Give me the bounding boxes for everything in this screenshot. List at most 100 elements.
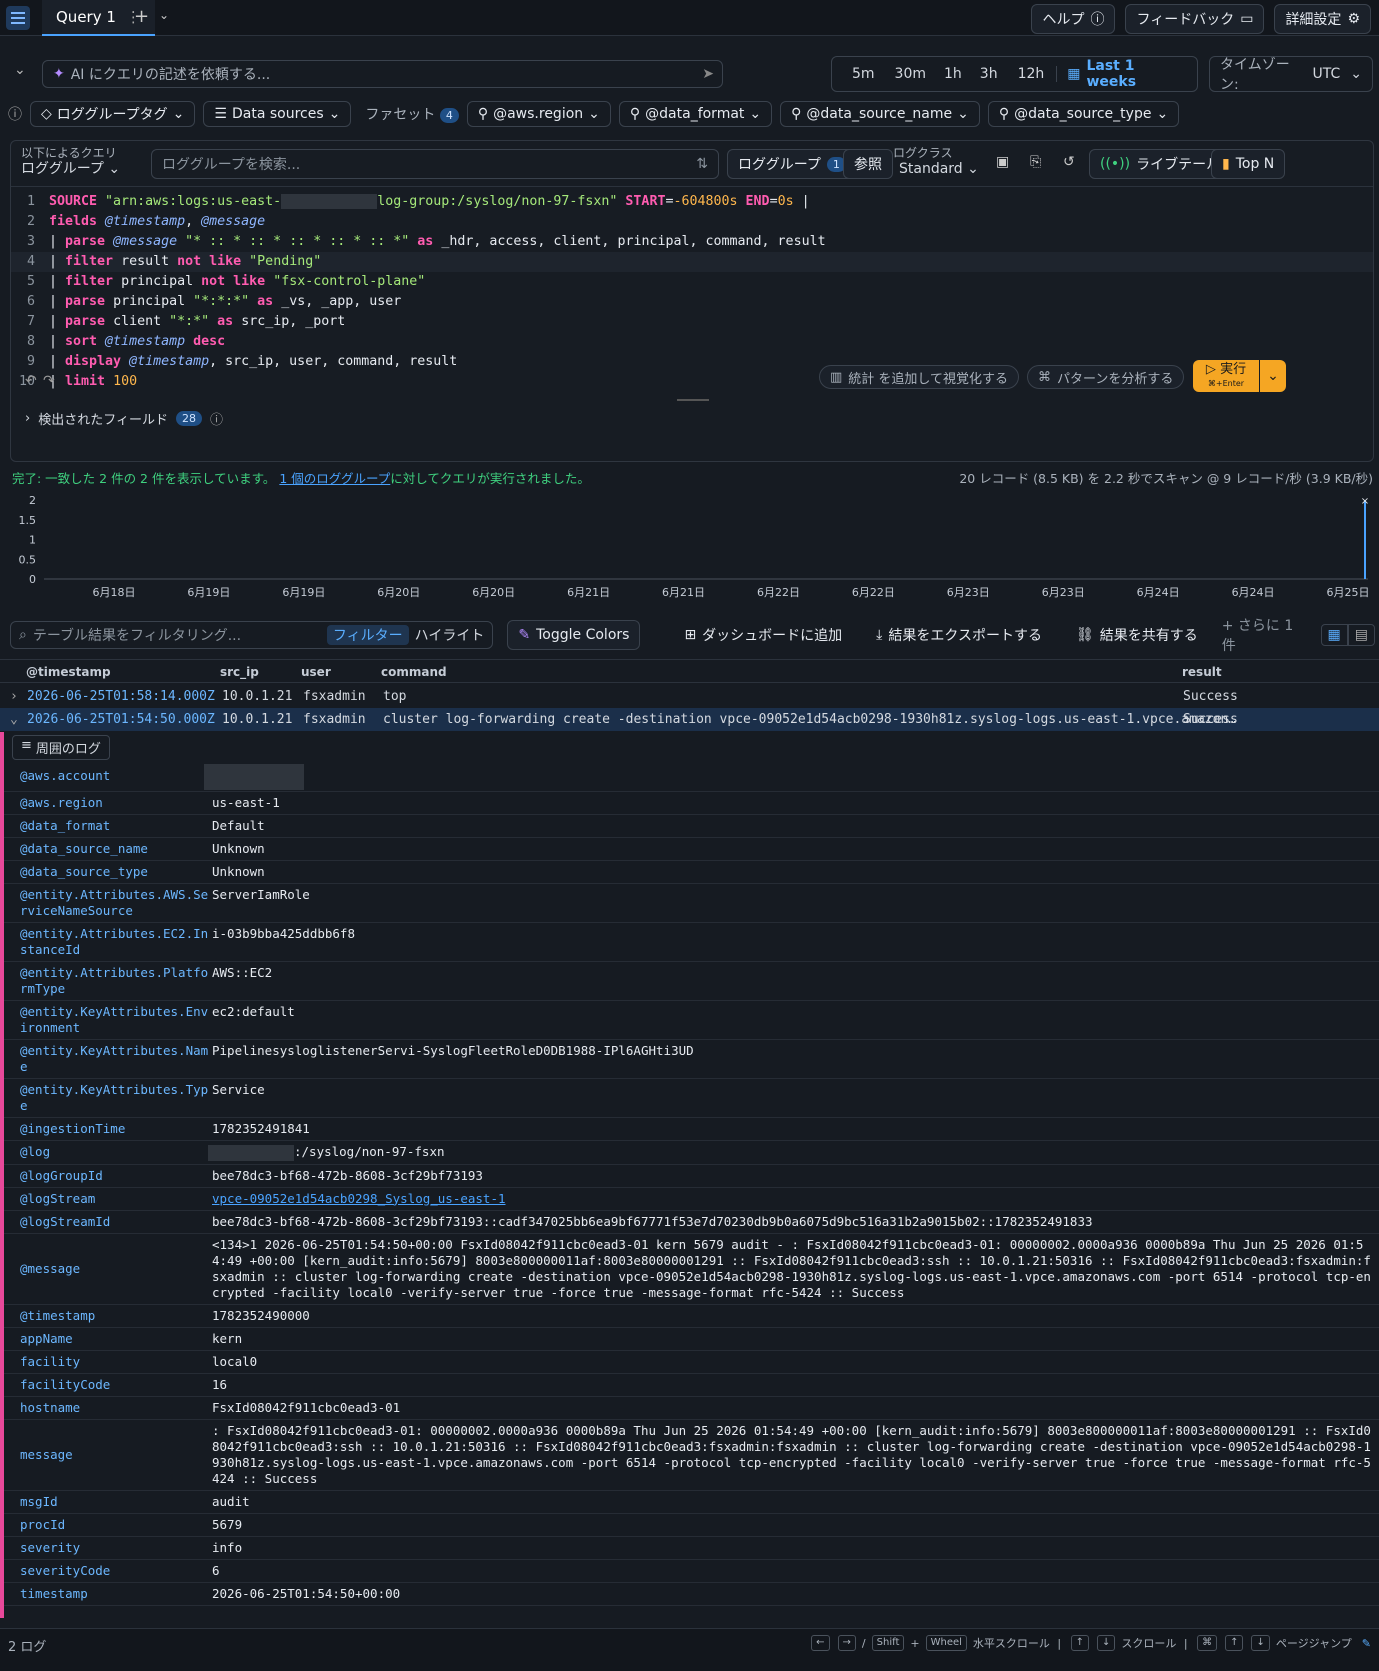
col-command[interactable]: command	[381, 665, 447, 679]
table-view-icon[interactable]: ▦	[1320, 624, 1348, 646]
field-key[interactable]: appName	[4, 1328, 212, 1350]
data-sources-dropdown[interactable]: ☰ Data sources ⌄	[203, 101, 352, 127]
query-line[interactable]: 6 | parse principal "*:*:*" as _vs, _app,…	[11, 292, 1373, 312]
live-tail-button[interactable]: ((•)) ライブテール	[1089, 149, 1232, 179]
raw-view-icon[interactable]: ▤	[1347, 624, 1375, 646]
field-key[interactable]: hostname	[4, 1397, 212, 1419]
resize-handle[interactable]	[677, 399, 709, 401]
field-key[interactable]: @entity.KeyAttributes.Environment	[4, 1001, 212, 1039]
col-timestamp[interactable]: @timestamp	[26, 665, 111, 679]
field-key[interactable]: message	[4, 1420, 212, 1490]
query-line[interactable]: 5 | filter principal not like "fsx-contro…	[11, 272, 1373, 292]
field-key[interactable]: @ingestionTime	[4, 1118, 212, 1140]
field-value[interactable]: vpce-09052e1d54acb0298_Syslog_us-east-1	[212, 1188, 1379, 1210]
top-n-button[interactable]: ▮ Top N	[1211, 149, 1286, 179]
patterns-button[interactable]: ⌘ パターンを分析する	[1027, 365, 1185, 389]
feedback-button[interactable]: フィードバック ▭	[1125, 4, 1265, 34]
run-dropdown-button[interactable]: ⌄	[1260, 360, 1286, 392]
undo-icon[interactable]: ↶	[25, 373, 37, 389]
query-line[interactable]: 4 | filter result not like "Pending"	[11, 252, 1373, 272]
help-button[interactable]: ヘルプ ⓘ	[1031, 4, 1116, 34]
collapse-chevron-icon[interactable]: ⌄	[14, 62, 26, 78]
loggroup-link[interactable]: 1 個のロググループ	[279, 471, 390, 486]
more-button[interactable]: + さらに 1 件	[1222, 615, 1307, 655]
field-key[interactable]: @data_source_type	[4, 861, 212, 883]
field-key[interactable]: @entity.KeyAttributes.Name	[4, 1040, 212, 1078]
filter-mode-button[interactable]: フィルター	[326, 625, 409, 645]
add-dashboard-button[interactable]: ⊞ ダッシュボードに追加	[674, 620, 852, 650]
field-key[interactable]: @timestamp	[4, 1305, 212, 1327]
field-key[interactable]: @logGroupId	[4, 1165, 212, 1187]
facet-chip-data-format[interactable]: ⚲ @data_format ⌄	[618, 101, 773, 127]
field-key[interactable]: facility	[4, 1351, 212, 1373]
field-key[interactable]: @log	[4, 1141, 212, 1164]
query-line[interactable]: 8 | sort @timestamp desc	[11, 332, 1373, 352]
run-button[interactable]: ▷ 実行 ⌘+Enter	[1193, 360, 1259, 392]
field-key[interactable]: severityCode	[4, 1560, 212, 1582]
range-3h[interactable]: 3h	[972, 66, 1006, 82]
field-key[interactable]: severity	[4, 1537, 212, 1559]
highlight-mode-button[interactable]: ハイライト	[415, 625, 485, 645]
field-key[interactable]: @message	[4, 1234, 212, 1304]
chevron-down-icon[interactable]: ⌄	[159, 8, 169, 22]
surrounding-logs-button[interactable]: ≡ 周囲のログ	[12, 735, 110, 760]
query-by-select[interactable]: 以下によるクエリ ロググループ ⌄	[21, 145, 120, 177]
range-5m[interactable]: 5m	[840, 66, 887, 82]
field-key[interactable]: @logStream	[4, 1188, 212, 1210]
query-editor[interactable]: 1 SOURCE "arn:aws:logs:us-east- log-group…	[11, 192, 1373, 392]
feedback-icon[interactable]: ✎	[1362, 1637, 1371, 1650]
settings-button[interactable]: 詳細設定 ⚙	[1274, 4, 1371, 34]
visualize-button[interactable]: ▥ 統計 を追加して視覚化する	[819, 365, 1020, 389]
range-1h[interactable]: 1h	[934, 66, 972, 82]
ai-prompt-input[interactable]: ✦ AI にクエリの記述を依頼する... ➤	[42, 60, 723, 88]
add-tab-icon[interactable]: +	[134, 6, 149, 27]
field-key[interactable]: timestamp	[4, 1583, 212, 1605]
query-line[interactable]: 1 SOURCE "arn:aws:logs:us-east- log-group…	[11, 192, 1373, 212]
redo-icon[interactable]: ↷	[43, 373, 55, 389]
field-key[interactable]: @data_source_name	[4, 838, 212, 860]
range-30m[interactable]: 30m	[887, 66, 934, 82]
field-key[interactable]: procId	[4, 1514, 212, 1536]
toggle-colors-button[interactable]: ✎ Toggle Colors	[507, 620, 641, 650]
field-key[interactable]: @aws.account	[4, 765, 212, 791]
facet-chip-data-source-type[interactable]: ⚲ @data_source_type ⌄	[987, 101, 1180, 127]
send-icon[interactable]: ➤	[702, 66, 714, 82]
discovered-fields-toggle[interactable]: › 検出されたフィールド 28 ⓘ	[25, 409, 223, 428]
loggroup-tag-dropdown[interactable]: ◇ ロググループタグ ⌄	[30, 101, 196, 127]
field-key[interactable]: @data_format	[4, 815, 212, 837]
log-class-select[interactable]: ログクラス Standard ⌄	[893, 145, 979, 177]
share-button[interactable]: ⛓ 結果を共有する	[1066, 620, 1208, 650]
col-result[interactable]: result	[1182, 665, 1222, 679]
timezone-select[interactable]: タイムゾーン: UTC ⌄	[1209, 56, 1373, 93]
histogram-bar[interactable]	[1364, 500, 1366, 579]
field-key[interactable]: @entity.Attributes.AWS.ServiceNameSource	[4, 884, 212, 922]
field-key[interactable]: @entity.KeyAttributes.Type	[4, 1079, 212, 1117]
query-line[interactable]: 3 | parse @message "* :: * :: * :: * :: *…	[11, 232, 1373, 252]
field-key[interactable]: @logStreamId	[4, 1211, 212, 1233]
table-row-selected[interactable]: ⌄ 2026-06-25T01:54:50.000Z 10.0.1.21 fsx…	[0, 708, 1379, 731]
field-key[interactable]: @entity.Attributes.PlatformType	[4, 962, 212, 1000]
query-line[interactable]: 7 | parse client "*:*" as src_ip, _port	[11, 312, 1373, 332]
field-key[interactable]: @entity.Attributes.EC2.InstanceId	[4, 923, 212, 961]
export-button[interactable]: ⤓ 結果をエクスポートする	[866, 620, 1052, 650]
facet-chip-data-source-name[interactable]: ⚲ @data_source_name ⌄	[780, 101, 980, 127]
save-as-icon[interactable]: ⎘	[1030, 154, 1041, 170]
info-icon[interactable]: ⓘ	[8, 104, 22, 124]
col-user[interactable]: user	[301, 665, 331, 679]
query-line[interactable]: 2 fields @timestamp, @message	[11, 212, 1373, 232]
range-selected[interactable]: ▦ Last 1 weeks	[1057, 58, 1197, 90]
field-key[interactable]: facilityCode	[4, 1374, 212, 1396]
history-icon[interactable]: ↺	[1063, 154, 1075, 170]
loggroup-search-input[interactable]: ロググループを検索... ⇅	[151, 149, 719, 179]
field-key[interactable]: @aws.region	[4, 792, 212, 814]
range-12h[interactable]: 12h	[1006, 66, 1058, 82]
table-row[interactable]: › 2026-06-25T01:58:14.000Z 10.0.1.21 fsx…	[0, 685, 1379, 708]
col-src-ip[interactable]: src_ip	[220, 665, 259, 679]
menu-icon[interactable]	[6, 6, 30, 30]
loggroup-button[interactable]: ロググループ 1	[727, 149, 857, 179]
field-key[interactable]: msgId	[4, 1491, 212, 1513]
table-filter-input[interactable]: ⌕ テーブル結果をフィルタリング... フィルター ハイライト	[10, 621, 494, 649]
facet-chip-aws-region[interactable]: ⚲ @aws.region ⌄	[466, 101, 611, 127]
browse-button[interactable]: 参照	[843, 149, 893, 179]
save-icon[interactable]: ▣	[996, 154, 1009, 170]
